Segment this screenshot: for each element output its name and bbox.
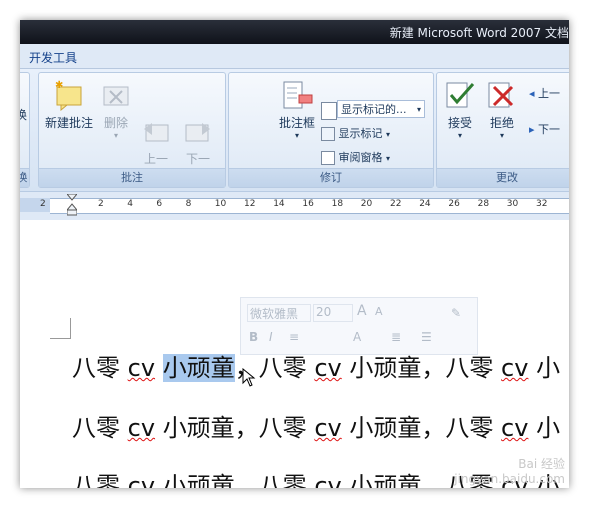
ruler-tick-label: 14 <box>273 199 285 209</box>
selected-text: 小顽童 <box>162 354 235 382</box>
shrink-font-button[interactable]: A <box>375 305 383 318</box>
reject-icon <box>486 79 518 111</box>
ruler-tick-label: 30 <box>506 199 519 209</box>
balloons-button[interactable]: 批注框 ▾ <box>277 79 317 141</box>
delete-comment-label: 删除 <box>103 116 128 130</box>
show-markup-icon <box>321 127 335 141</box>
italic-button[interactable]: I <box>269 330 273 344</box>
display-for-review-value: 显示标记的... <box>341 103 407 116</box>
partial-group-label: 换 <box>20 168 29 187</box>
balloons-label: 批注框 <box>278 116 315 130</box>
document-line-2: 八零 cv 小顽童，八零 cv 小顽童，八零 cv 小 <box>72 414 561 442</box>
ribbon-tab-row: 开发工具 <box>20 44 569 69</box>
ruler-tick-label: 24 <box>419 199 431 209</box>
reject-button[interactable]: 拒绝 ▾ <box>485 79 519 141</box>
display-for-review-icon <box>321 102 337 120</box>
font-color-button[interactable]: A <box>353 330 361 344</box>
partial-label: 换 <box>20 108 28 122</box>
group-changes: 接受 ▾ 拒绝 ▾ ◂ 上一 ▸ 下一 更改 <box>436 72 569 188</box>
delete-comment-button[interactable]: 删除 ▾ <box>99 79 133 141</box>
ruler-tick-label: 32 <box>536 199 548 209</box>
ruler-tick-label: 26 <box>448 199 460 209</box>
mini-size-field[interactable]: 20 <box>313 304 353 322</box>
indent-icon[interactable]: ≣ <box>391 330 401 344</box>
ruler-tick-label: 18 <box>331 199 344 209</box>
ruler-tick-label: 2 <box>98 199 104 209</box>
new-comment-label: 新建批注 <box>44 116 93 130</box>
display-for-review-combo[interactable]: 显示标记的... ▾ <box>337 100 425 118</box>
reject-label: 拒绝 <box>489 116 514 130</box>
group-comments: ✱ 新建批注 删除▾ 上一 条 下一 条 <box>38 72 226 188</box>
reviewing-pane-label: 审阅窗格 <box>338 151 383 164</box>
bold-button[interactable]: B <box>249 330 258 344</box>
ruler-tick-label: 16 <box>302 199 314 209</box>
reviewing-pane-button[interactable]: 审阅窗格 ▾ <box>321 149 390 165</box>
group-tracking: 修订 ▾ 批注框▾ 显示标记的... ▾ 显示标记 ▾ 审阅窗格 ▾ <box>228 72 485 188</box>
previous-change-button[interactable]: ◂ 上一 <box>529 85 560 101</box>
group-partial-left: 换 换 <box>20 72 30 188</box>
svg-text:✱: ✱ <box>55 80 63 91</box>
bullets-icon[interactable]: ☰ <box>421 330 432 344</box>
changes-group-label: 更改 <box>437 168 569 187</box>
next-change-label: 下一 <box>538 123 561 136</box>
next-comment-icon <box>182 97 214 142</box>
reviewing-pane-icon <box>321 151 335 165</box>
word-window: 新建 Microsoft Word 2007 文档 开发工具 换 换 ✱ 新建批… <box>20 20 569 488</box>
ruler-tick-label: 28 <box>477 199 490 209</box>
previous-change-icon: ◂ <box>529 87 535 100</box>
next-change-icon: ▸ <box>529 123 535 136</box>
ruler-tick-label: 12 <box>244 199 256 209</box>
tab-developer[interactable]: 开发工具 <box>29 49 77 66</box>
watermark: Bai 经验 jingyan.baidu.com <box>454 457 565 486</box>
indent-marker[interactable] <box>65 193 79 216</box>
ruler-tick-label: 10 <box>214 199 227 209</box>
ribbon: 换 换 ✱ 新建批注 删除▾ 上一 条 <box>20 69 569 191</box>
margin-corner-mark <box>50 318 71 339</box>
grow-font-button[interactable]: A <box>357 303 367 319</box>
accept-label: 接受 <box>447 116 472 130</box>
delete-comment-icon <box>100 79 132 111</box>
previous-comment-icon <box>140 97 172 142</box>
title-bar: 新建 Microsoft Word 2007 文档 <box>20 20 569 44</box>
show-markup-button[interactable]: 显示标记 ▾ <box>321 125 390 141</box>
window-title: 新建 Microsoft Word 2007 文档 <box>389 26 569 40</box>
chevron-down-icon: ▾ <box>416 105 421 114</box>
ruler-tick-label: 22 <box>390 199 402 209</box>
new-comment-icon: ✱ <box>53 79 85 112</box>
ruler-tick-label: 2 <box>40 199 46 209</box>
mouse-cursor-icon <box>242 367 256 392</box>
new-comment-button[interactable]: ✱ 新建批注 <box>43 79 95 131</box>
ruler-tick-label: 6 <box>156 199 163 209</box>
comments-group-label: 批注 <box>39 168 225 187</box>
align-center-icon[interactable]: ≡ <box>289 330 299 344</box>
show-markup-label: 显示标记 <box>338 127 383 140</box>
horizontal-ruler[interactable]: 2 2 4 6 8 10 12 14 16 18 20 22 24 26 28 30 32 <box>20 191 569 221</box>
mini-toolbar[interactable]: 微软雅黑 20 A A B I ≡ A ≣ ☰ ✎ <box>240 297 478 355</box>
next-change-button[interactable]: ▸ 下一 <box>529 121 560 137</box>
mini-font-field[interactable]: 微软雅黑 <box>247 304 311 322</box>
balloons-icon <box>281 79 313 111</box>
accept-button[interactable]: 接受 ▾ <box>443 79 477 141</box>
previous-change-label: 上一 <box>538 87 561 100</box>
ruler-tick-label: 8 <box>185 199 192 209</box>
format-painter-icon[interactable]: ✎ <box>451 306 461 320</box>
tracking-group-label: 修订 <box>229 168 433 187</box>
ruler-tick-label: 4 <box>127 199 133 209</box>
accept-icon <box>444 79 476 111</box>
ruler-tick-label: 20 <box>360 199 373 209</box>
